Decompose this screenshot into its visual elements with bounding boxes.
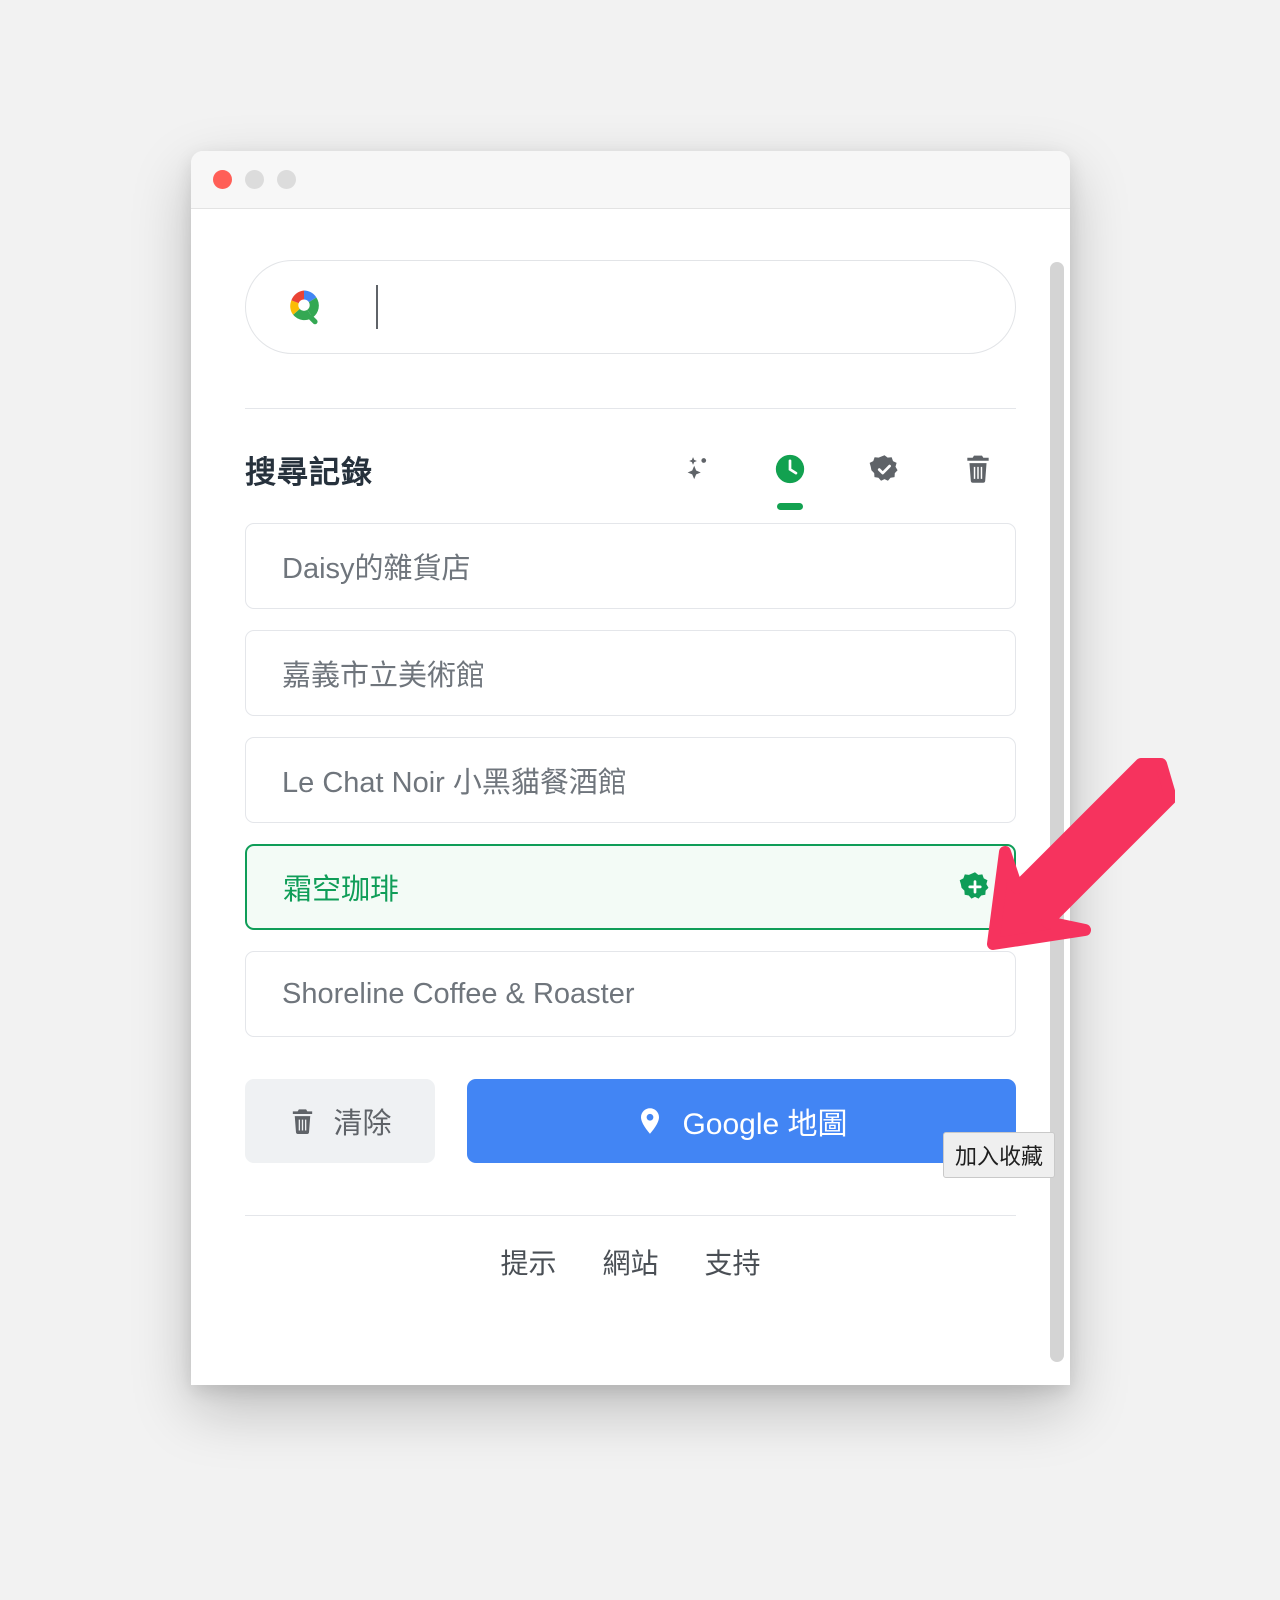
- clock-icon[interactable]: [768, 447, 812, 510]
- google-maps-button-label: Google 地圖: [682, 1108, 848, 1141]
- page-title: 搜尋記錄: [245, 454, 373, 490]
- history-item[interactable]: Le Chat Noir 小黑貓餐酒館: [245, 737, 1016, 823]
- footer-links: 提示 網站 支持: [245, 1242, 1016, 1282]
- trash-icon: [293, 1108, 313, 1134]
- trash-icon[interactable]: [956, 447, 1000, 491]
- minimize-button[interactable]: [245, 170, 264, 189]
- badge-check-icon[interactable]: [862, 447, 906, 491]
- maximize-button[interactable]: [277, 170, 296, 189]
- history-item-selected[interactable]: 霜空珈琲: [245, 844, 1016, 930]
- history-item[interactable]: 嘉義市立美術館: [245, 630, 1016, 716]
- footer-link-support[interactable]: 支持: [705, 1242, 761, 1282]
- footer-link-website[interactable]: 網站: [602, 1242, 658, 1282]
- history-header: 搜尋記錄: [245, 431, 1016, 510]
- history-item-label: Shoreline Coffee & Roaster: [282, 977, 635, 1010]
- history-item-label: Daisy的雜貨店: [282, 553, 471, 585]
- search-divider: [245, 408, 1016, 409]
- app-window: 搜尋記錄 Daisy的雜貨店 嘉義市立美術館 Le Chat Noir 小黑貓餐…: [191, 151, 1070, 1385]
- google-maps-button[interactable]: Google 地圖: [467, 1079, 1016, 1163]
- sparkle-icon[interactable]: [674, 447, 718, 491]
- window-titlebar: [191, 151, 1070, 209]
- history-item[interactable]: Shoreline Coffee & Roaster: [245, 951, 1016, 1037]
- history-item-label: 嘉義市立美術館: [282, 660, 486, 692]
- history-item[interactable]: Daisy的雜貨店: [245, 523, 1016, 609]
- history-item-label: 霜空珈琲: [283, 874, 400, 906]
- action-bar: 清除 Google 地圖: [245, 1079, 1016, 1163]
- search-box[interactable]: [245, 260, 1016, 354]
- google-search-icon: [282, 285, 326, 329]
- tooltip: 加入收藏: [943, 1132, 1056, 1178]
- map-pin-icon: [641, 1108, 660, 1134]
- annotation-arrow: [975, 752, 1177, 952]
- history-list: Daisy的雜貨店 嘉義市立美術館 Le Chat Noir 小黑貓餐酒館 霜空…: [245, 523, 1016, 1037]
- window-content: 搜尋記錄 Daisy的雜貨店 嘉義市立美術館 Le Chat Noir 小黑貓餐…: [191, 260, 1070, 1385]
- close-button[interactable]: [213, 170, 232, 189]
- footer-divider: [245, 1215, 1016, 1216]
- clear-button[interactable]: 清除: [245, 1079, 435, 1163]
- clear-button-label: 清除: [333, 1108, 392, 1140]
- active-tab-indicator: [777, 503, 803, 510]
- search-input-caret: [376, 285, 378, 329]
- history-item-label: Le Chat Noir 小黑貓餐酒館: [282, 767, 627, 799]
- history-toolbar: [674, 447, 1016, 510]
- footer-link-tips[interactable]: 提示: [500, 1242, 556, 1282]
